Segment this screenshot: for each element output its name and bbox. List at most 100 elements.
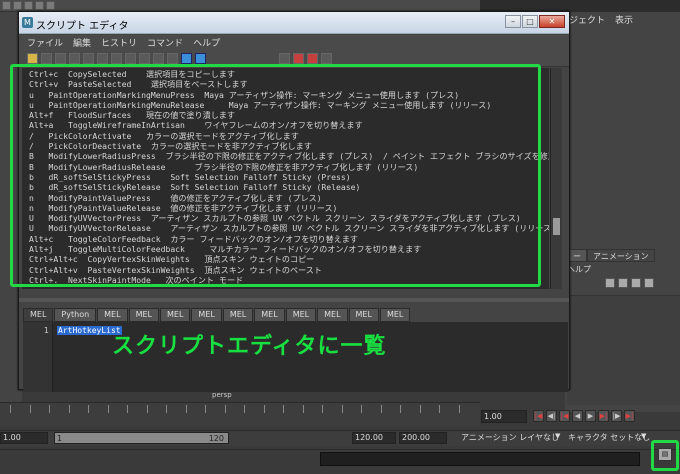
- script-editor-button[interactable]: ▤: [658, 448, 672, 461]
- current-frame-field[interactable]: 1.00: [481, 410, 527, 423]
- scroll-thumb[interactable]: [553, 218, 560, 235]
- timeline-tick: [283, 405, 284, 413]
- clear-all-icon[interactable]: [97, 52, 108, 64]
- layer-icon[interactable]: [631, 278, 641, 288]
- go-start-icon[interactable]: |◀: [533, 410, 544, 422]
- range-slider-end: 120: [208, 434, 224, 443]
- menu-command[interactable]: コマンド: [147, 36, 183, 49]
- tab-mel[interactable]: MEL: [97, 308, 128, 322]
- tab-animation[interactable]: アニメーション: [587, 249, 655, 262]
- command-input[interactable]: [320, 452, 640, 466]
- range-slider-start: 1: [57, 434, 63, 443]
- timeline-tick: [400, 405, 401, 413]
- tab-mel[interactable]: MEL: [160, 308, 191, 322]
- menu-help[interactable]: ヘルプ: [193, 36, 220, 49]
- menu-object[interactable]: ジェクト: [569, 13, 605, 26]
- max-time-field[interactable]: 200.00: [399, 432, 447, 444]
- execute-icon[interactable]: [195, 52, 206, 64]
- minimize-button[interactable]: –: [505, 15, 521, 28]
- timeline-tick: [49, 405, 50, 413]
- annotation-caption: スクリプトエディタに一覧: [112, 334, 387, 359]
- spacer-icon: [279, 52, 290, 64]
- toolbar-icon[interactable]: [2, 1, 11, 10]
- clear-history-icon[interactable]: [69, 52, 80, 64]
- step-back-icon[interactable]: ◀|: [546, 410, 557, 422]
- maximize-button[interactable]: □: [522, 15, 538, 28]
- highlight-frame: [10, 64, 541, 287]
- chevron-down-icon[interactable]: ▼: [555, 432, 563, 442]
- source-script-icon[interactable]: [41, 52, 52, 64]
- tab-mel[interactable]: MEL: [191, 308, 222, 322]
- panel-icon[interactable]: [139, 52, 150, 64]
- timeline-tick: [341, 405, 343, 413]
- play-back-icon[interactable]: ◀: [572, 410, 583, 422]
- line-numbers-icon[interactable]: [125, 52, 136, 64]
- tab-mel[interactable]: MEL: [317, 308, 348, 322]
- time-slider[interactable]: [0, 402, 480, 427]
- next-key-icon[interactable]: ▶|: [598, 410, 609, 422]
- input-tabs: MEL Python MEL MEL MEL MEL MEL MEL MEL M…: [23, 308, 568, 322]
- tab-right-0[interactable]: ー: [567, 249, 587, 262]
- timeline-tick: [146, 405, 148, 413]
- toolbar-icon[interactable]: [24, 1, 33, 10]
- toolbar-icon[interactable]: [35, 1, 44, 10]
- menu-history[interactable]: ヒストリ: [101, 36, 137, 49]
- tab-mel[interactable]: MEL: [379, 308, 411, 322]
- character-set-menu[interactable]: キャラクタ セットなし: [568, 432, 650, 443]
- layer-icon[interactable]: [618, 278, 628, 288]
- tab-mel[interactable]: MEL: [348, 308, 379, 322]
- timeline-tick: [68, 405, 70, 413]
- right-panel-help[interactable]: ヘルプ: [567, 264, 591, 275]
- timeline-tick: [88, 405, 89, 413]
- close-button[interactable]: ✕: [539, 15, 565, 28]
- playback-controls: |◀ ◀| |◀ ◀ ▶ ▶| |▶ ▶|: [533, 410, 635, 422]
- menu-bar: ファイル 編集 ヒストリ コマンド ヘルプ: [19, 35, 569, 50]
- open-script-icon[interactable]: [27, 52, 38, 64]
- timeline-tick: [361, 405, 362, 413]
- menu-edit[interactable]: 編集: [73, 36, 91, 49]
- timeline-tick: [10, 405, 11, 413]
- output-scrollbar[interactable]: [550, 68, 562, 289]
- range-slider[interactable]: 1 120: [54, 432, 229, 444]
- panel-icon[interactable]: [153, 52, 164, 64]
- tab-mel[interactable]: MEL: [128, 308, 159, 322]
- play-forward-icon[interactable]: ▶: [585, 410, 596, 422]
- timeline-tick: [322, 405, 323, 413]
- goto-line-icon[interactable]: [307, 52, 318, 64]
- panel-icon[interactable]: [167, 52, 178, 64]
- timeline-tick: [107, 405, 109, 413]
- timeline-tick: [205, 405, 206, 413]
- title-bar[interactable]: M スクリプト エディタ – □ ✕: [19, 12, 569, 34]
- clear-input-icon[interactable]: [83, 52, 94, 64]
- timeline-tick: [166, 405, 167, 413]
- tab-mel[interactable]: MEL: [285, 308, 317, 322]
- step-forward-icon[interactable]: |▶: [611, 410, 622, 422]
- layer-icon[interactable]: [644, 278, 654, 288]
- tab-mel[interactable]: MEL: [254, 308, 285, 322]
- tab-mel[interactable]: MEL: [23, 308, 54, 322]
- viewport-label: persp: [212, 391, 232, 399]
- layer-icon[interactable]: [605, 278, 615, 288]
- right-panel-icons: [605, 278, 654, 288]
- toolbar-icon[interactable]: [46, 1, 55, 10]
- prev-key-icon[interactable]: |◀: [559, 410, 570, 422]
- menu-file[interactable]: ファイル: [27, 36, 63, 49]
- menu-display[interactable]: 表示: [615, 13, 633, 26]
- chevron-down-icon[interactable]: ▼: [641, 432, 649, 442]
- tab-python[interactable]: Python: [54, 308, 97, 322]
- wrap-icon[interactable]: [321, 52, 332, 64]
- save-script-icon[interactable]: [55, 52, 66, 64]
- right-panel-tabs: ー アニメーション: [567, 249, 680, 262]
- tab-mel[interactable]: MEL: [222, 308, 254, 322]
- go-end-icon[interactable]: ▶|: [624, 410, 635, 422]
- search-icon[interactable]: [293, 52, 304, 64]
- pane-splitter[interactable]: [19, 298, 569, 302]
- timeline-tick: [185, 405, 187, 413]
- anim-layer-menu[interactable]: アニメーション レイヤなし: [461, 432, 559, 443]
- execute-all-icon[interactable]: [181, 52, 192, 64]
- end-time-field[interactable]: 120.00: [352, 432, 396, 444]
- toolbar-icon[interactable]: [13, 1, 22, 10]
- echo-icon[interactable]: [111, 52, 122, 64]
- start-time-field[interactable]: 1.00: [0, 432, 48, 444]
- timeline-tick: [224, 405, 226, 413]
